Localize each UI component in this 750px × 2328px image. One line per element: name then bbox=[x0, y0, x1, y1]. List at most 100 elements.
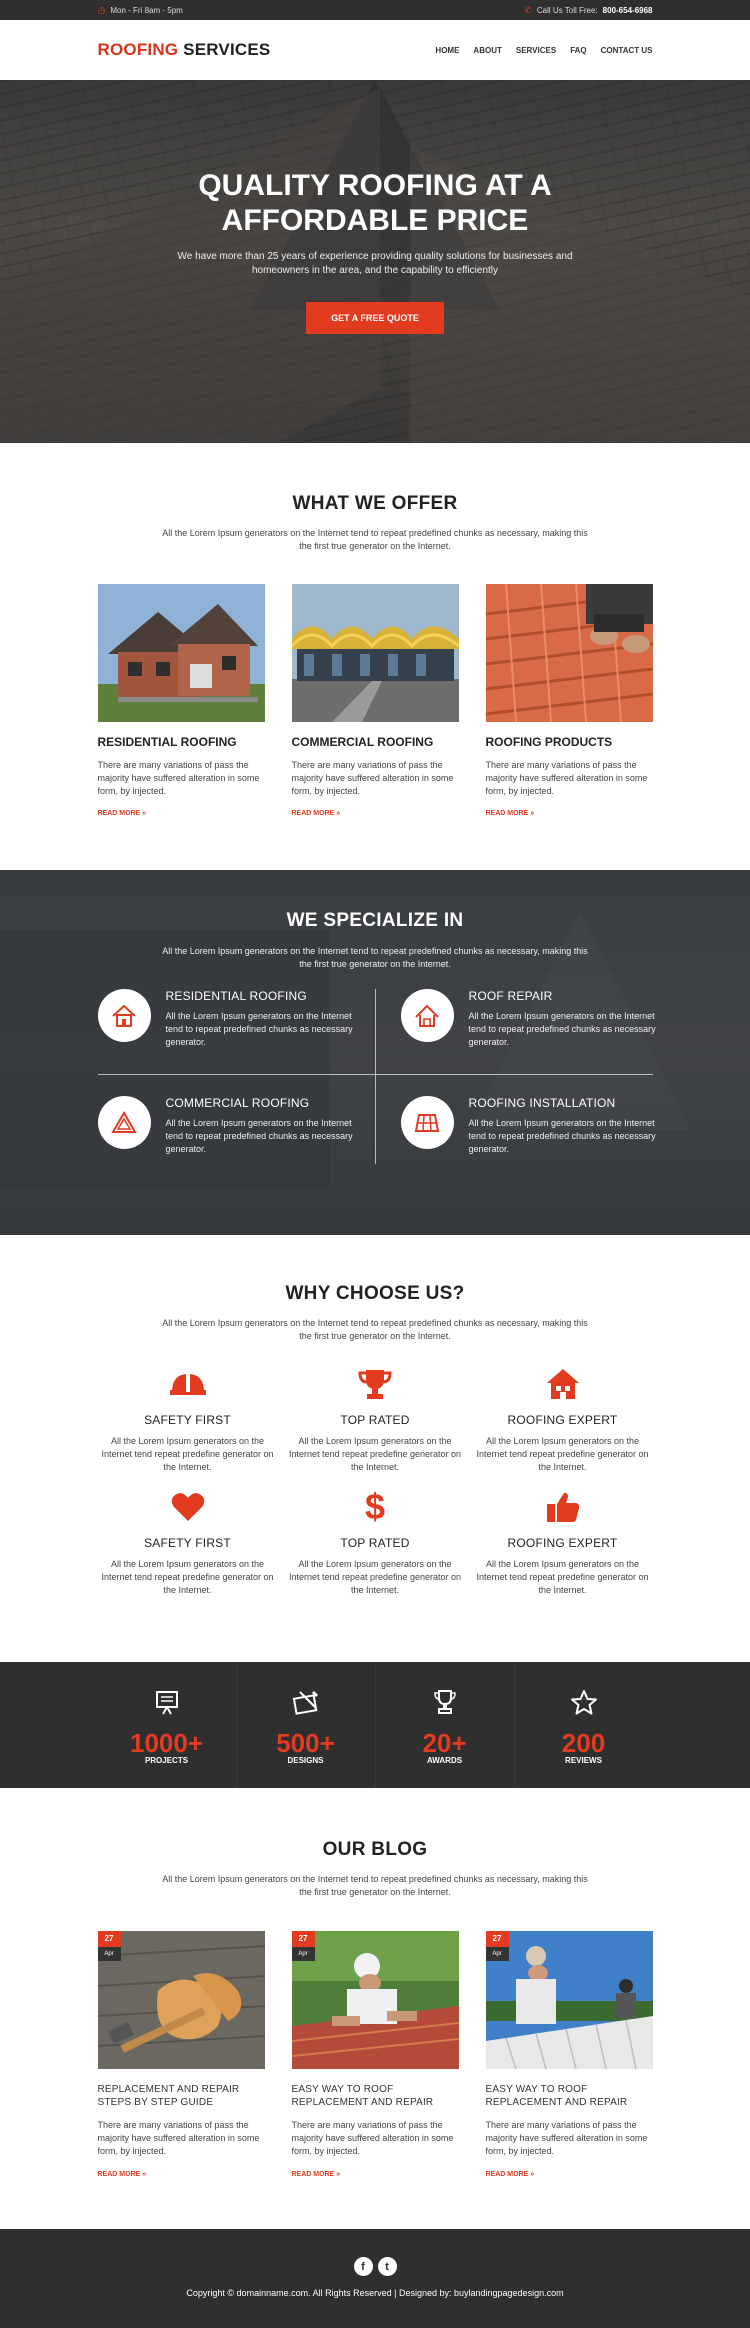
star-icon bbox=[570, 1690, 597, 1715]
nav-about[interactable]: ABOUT bbox=[473, 46, 501, 55]
commercial-building-image bbox=[291, 584, 459, 722]
post-date: 27 Apr bbox=[485, 1931, 509, 1961]
hero-text: We have more than 25 years of experience… bbox=[177, 251, 573, 276]
thumbs-up-icon bbox=[473, 1490, 653, 1524]
clock-icon: ◷ bbox=[97, 4, 106, 15]
feature-text: All the Lorem Ipsum generators on the In… bbox=[476, 1559, 649, 1595]
offer-subtitle: All the Lorem Ipsum generators on the In… bbox=[162, 528, 588, 551]
feature-item: TOP RATED All the Lorem Ipsum generators… bbox=[285, 1367, 465, 1474]
read-more-link[interactable]: READ MORE » bbox=[98, 2171, 265, 2178]
dollar-icon: $ bbox=[364, 1486, 386, 1527]
hero-banner: QUALITY ROOFING AT A AFFORDABLE PRICE We… bbox=[0, 80, 750, 443]
read-more-link[interactable]: READ MORE » bbox=[486, 810, 653, 817]
card-text: There are many variations of pass the ma… bbox=[485, 760, 648, 796]
specialty-title: ROOF REPAIR bbox=[468, 989, 553, 1003]
hours-text: Mon - Fri 8am - 5pm bbox=[110, 5, 183, 15]
feature-item: SAFETY FIRST All the Lorem Ipsum generat… bbox=[98, 1367, 278, 1474]
specialty-item: RESIDENTIAL ROOFING All the Lorem Ipsum … bbox=[97, 989, 358, 1049]
specialize-title: WE SPECIALIZE IN bbox=[286, 910, 464, 931]
post-excerpt: There are many variations of pass the ma… bbox=[485, 2120, 648, 2156]
specialize-section: WE SPECIALIZE IN All the Lorem Ipsum gen… bbox=[0, 870, 750, 1235]
logo[interactable]: ROOFING SERVICES bbox=[98, 40, 271, 60]
gloves-hammer-image[interactable]: 27 Apr bbox=[97, 1931, 265, 2069]
facebook-icon[interactable]: f bbox=[353, 2257, 373, 2276]
feature-title: SAFETY FIRST bbox=[144, 1413, 231, 1427]
top-bar: ◷ Mon - Fri 8am - 5pm ✆ Call Us Toll Fre… bbox=[0, 0, 750, 20]
toll-label: Call Us Toll Free: bbox=[536, 5, 598, 15]
post-title[interactable]: EASY WAY TO ROOF REPLACEMENT AND REPAIR bbox=[486, 2083, 653, 2109]
why-section: WHY CHOOSE US? All the Lorem Ipsum gener… bbox=[0, 1235, 750, 1662]
site-footer: f t Copyright © domainname.com. All Righ… bbox=[0, 2229, 750, 2328]
solar-panel-icon bbox=[400, 1096, 454, 1149]
offer-card: ROOFING PRODUCTS There are many variatio… bbox=[485, 584, 653, 817]
feature-text: All the Lorem Ipsum generators on the In… bbox=[476, 1436, 649, 1472]
residential-house-icon bbox=[97, 989, 151, 1042]
specialty-title: RESIDENTIAL ROOFING bbox=[165, 989, 307, 1003]
roofers-metal-roof-image[interactable]: 27 Apr bbox=[485, 1931, 653, 2069]
read-more-link[interactable]: READ MORE » bbox=[292, 2171, 459, 2178]
feature-text: All the Lorem Ipsum generators on the In… bbox=[288, 1559, 462, 1595]
post-day: 27 bbox=[97, 1931, 121, 1947]
stat-designs: 500+ DESIGNS bbox=[237, 1662, 376, 1788]
blog-card: 27 Apr EASY WAY TO ROOF REPLACEMENT AND … bbox=[291, 1931, 459, 2178]
specialty-title: ROOFING INSTALLATION bbox=[468, 1096, 616, 1110]
stat-label: AWARDS bbox=[426, 1756, 463, 1765]
feature-title: TOP RATED bbox=[340, 1536, 410, 1550]
roof-repair-icon bbox=[400, 989, 454, 1042]
blog-card: 27 Apr EASY WAY TO ROOF REPLACEMENT AND … bbox=[485, 1931, 653, 2178]
hero-title-line2: AFFORDABLE PRICE bbox=[221, 204, 529, 237]
stat-awards: 20+ AWARDS bbox=[376, 1662, 515, 1788]
feature-text: All the Lorem Ipsum generators on the In… bbox=[101, 1436, 274, 1472]
stat-label: DESIGNS bbox=[287, 1756, 324, 1765]
stat-reviews: 200 REVIEWS bbox=[515, 1662, 653, 1788]
card-text: There are many variations of pass the ma… bbox=[97, 760, 260, 796]
nav-faq[interactable]: FAQ bbox=[570, 46, 586, 55]
feature-title: ROOFING EXPERT bbox=[507, 1413, 618, 1427]
read-more-link[interactable]: READ MORE » bbox=[486, 2171, 653, 2178]
business-hours: ◷ Mon - Fri 8am - 5pm bbox=[98, 5, 183, 16]
feature-text: All the Lorem Ipsum generators on the In… bbox=[288, 1436, 462, 1472]
stat-number: 500+ bbox=[276, 1728, 335, 1758]
feature-item: SAFETY FIRST All the Lorem Ipsum generat… bbox=[98, 1490, 278, 1597]
presentation-board-icon bbox=[155, 1691, 178, 1715]
blog-card: 27 Apr REPLACEMENT AND REPAIR STEPS BY S… bbox=[97, 1931, 265, 2178]
specialty-item: ROOF REPAIR All the Lorem Ipsum generato… bbox=[400, 989, 661, 1049]
specialize-subtitle: All the Lorem Ipsum generators on the In… bbox=[162, 946, 588, 969]
post-excerpt: There are many variations of pass the ma… bbox=[97, 2120, 260, 2156]
commercial-roof-icon bbox=[97, 1096, 151, 1149]
nav-services[interactable]: SERVICES bbox=[516, 46, 556, 55]
free-quote-button[interactable]: GET A FREE QUOTE bbox=[306, 302, 444, 334]
why-subtitle: All the Lorem Ipsum generators on the In… bbox=[162, 1318, 588, 1341]
phone-info: ✆ Call Us Toll Free: 800-654-6968 bbox=[524, 5, 652, 16]
read-more-link[interactable]: READ MORE » bbox=[98, 810, 265, 817]
feature-text: All the Lorem Ipsum generators on the In… bbox=[101, 1559, 274, 1595]
nav-home[interactable]: HOME bbox=[435, 46, 459, 55]
design-tools-icon bbox=[292, 1691, 318, 1715]
specialty-text: All the Lorem Ipsum generators on the In… bbox=[165, 1118, 353, 1154]
nav-contact[interactable]: CONTACT US bbox=[601, 46, 653, 55]
feature-title: ROOFING EXPERT bbox=[507, 1536, 618, 1550]
read-more-link[interactable]: READ MORE » bbox=[292, 810, 459, 817]
post-title[interactable]: EASY WAY TO ROOF REPLACEMENT AND REPAIR bbox=[292, 2083, 459, 2109]
specialty-title: COMMERCIAL ROOFING bbox=[165, 1096, 310, 1110]
roofer-working-image[interactable]: 27 Apr bbox=[291, 1931, 459, 2069]
stat-number: 20+ bbox=[422, 1728, 467, 1758]
trophy-icon bbox=[285, 1367, 465, 1401]
card-title: ROOFING PRODUCTS bbox=[485, 735, 613, 749]
stat-number: 200 bbox=[561, 1728, 606, 1758]
stat-label: PROJECTS bbox=[144, 1756, 189, 1765]
stat-projects: 1000+ PROJECTS bbox=[98, 1662, 237, 1788]
twitter-icon[interactable]: t bbox=[377, 2257, 397, 2276]
blog-section: OUR BLOG All the Lorem Ipsum generators … bbox=[0, 1788, 750, 2229]
site-header: ROOFING SERVICES HOME ABOUT SERVICES FAQ… bbox=[0, 20, 750, 80]
offer-section: WHAT WE OFFER All the Lorem Ipsum genera… bbox=[0, 443, 750, 870]
blog-subtitle: All the Lorem Ipsum generators on the In… bbox=[162, 1874, 588, 1897]
stats-section: 1000+ PROJECTS 500+ DESIGNS 20+ AWARDS 2… bbox=[0, 1662, 750, 1788]
post-title[interactable]: REPLACEMENT AND REPAIR STEPS BY STEP GUI… bbox=[98, 2083, 265, 2109]
post-month: Apr bbox=[291, 1947, 315, 1961]
post-excerpt: There are many variations of pass the ma… bbox=[291, 2120, 454, 2156]
specialty-item: COMMERCIAL ROOFING All the Lorem Ipsum g… bbox=[97, 1096, 358, 1156]
phone-number[interactable]: 800-654-6968 bbox=[603, 6, 653, 15]
feature-title: SAFETY FIRST bbox=[144, 1536, 231, 1550]
specialty-item: ROOFING INSTALLATION All the Lorem Ipsum… bbox=[400, 1096, 661, 1156]
